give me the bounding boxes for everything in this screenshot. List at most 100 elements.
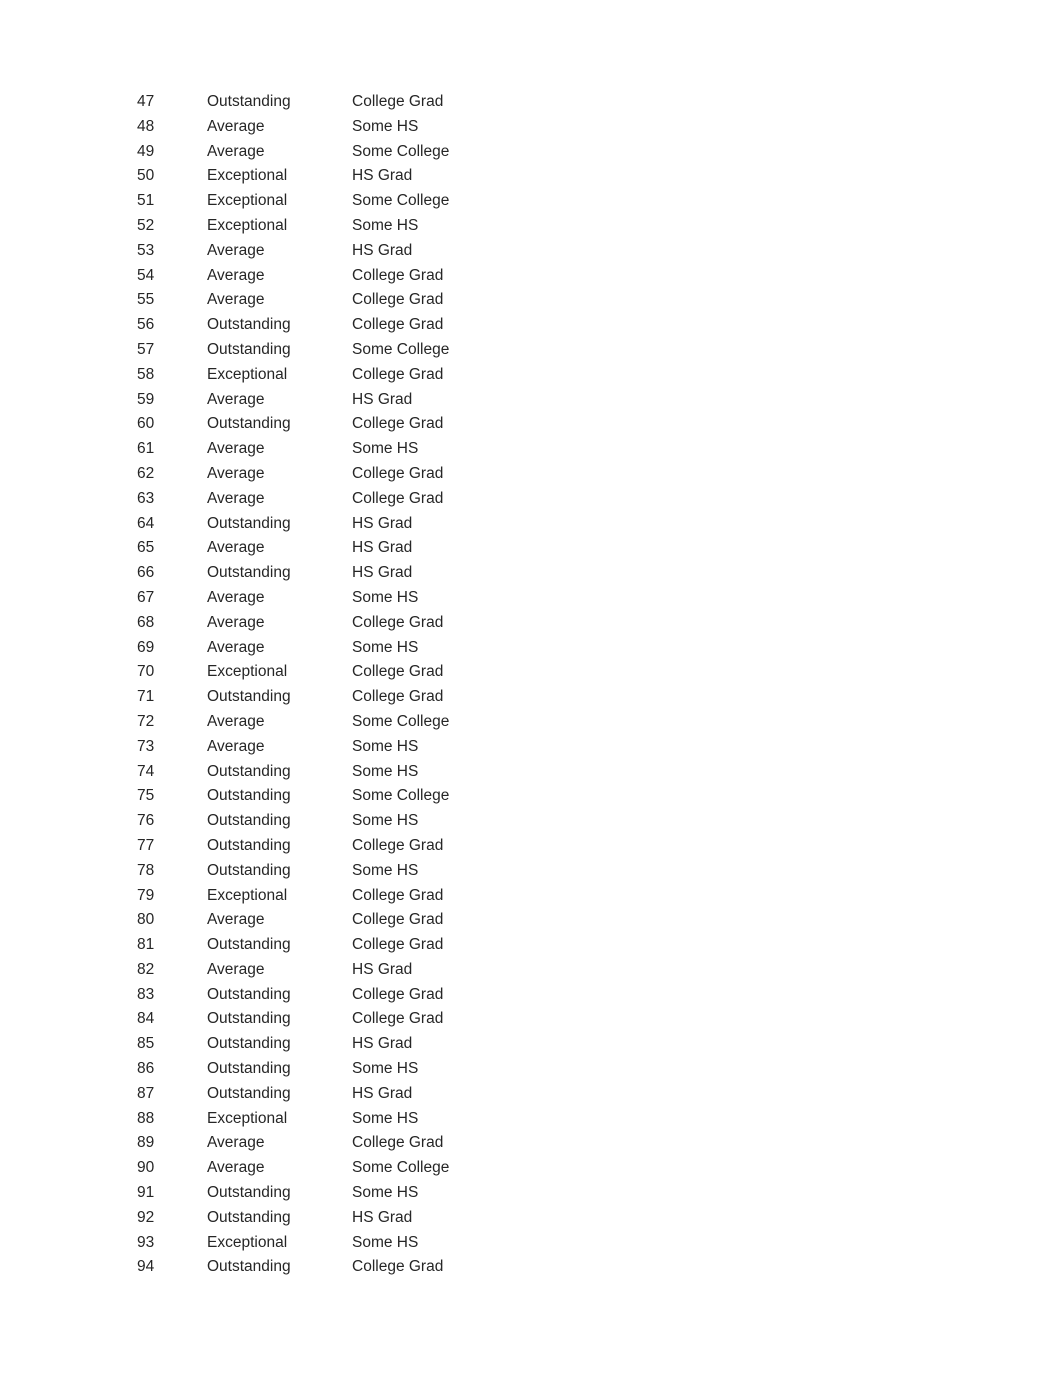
cell-rating: Exceptional: [207, 216, 288, 234]
cell-rating: Outstanding: [207, 564, 291, 582]
cell-education: College Grad: [352, 1258, 444, 1276]
cell-education: Some College: [352, 712, 450, 730]
cell-index: 86: [137, 1060, 155, 1078]
cell-rating: Average: [207, 489, 265, 507]
cell-rating: Outstanding: [207, 1084, 291, 1102]
table-row: 68 Average College Grad: [137, 611, 552, 636]
table-row: 87 Outstanding HS Grad: [137, 1082, 552, 1107]
table-row: 72 Average Some College: [137, 710, 552, 735]
cell-rating: Outstanding: [207, 985, 291, 1003]
cell-rating: Average: [207, 440, 265, 458]
cell-rating: Average: [207, 960, 265, 978]
cell-education: College Grad: [352, 936, 444, 954]
cell-education: College Grad: [352, 688, 444, 706]
cell-index: 54: [137, 266, 155, 284]
cell-rating: Average: [207, 911, 265, 929]
cell-rating: Average: [207, 1134, 265, 1152]
table-row: 76 Outstanding Some HS: [137, 809, 552, 834]
table-row: 53 Average HS Grad: [137, 239, 552, 264]
table-row: 58 Exceptional College Grad: [137, 363, 552, 388]
cell-education: Some College: [352, 787, 450, 805]
cell-index: 49: [137, 142, 155, 160]
cell-index: 70: [137, 663, 155, 681]
cell-index: 71: [137, 688, 155, 706]
cell-rating: Outstanding: [207, 316, 291, 334]
cell-rating: Average: [207, 712, 265, 730]
cell-education: College Grad: [352, 316, 444, 334]
cell-index: 55: [137, 291, 155, 309]
cell-education: College Grad: [352, 836, 444, 854]
cell-index: 84: [137, 1010, 155, 1028]
cell-rating: Outstanding: [207, 93, 291, 110]
cell-index: 65: [137, 539, 155, 557]
table-row: 66 Outstanding HS Grad: [137, 561, 552, 586]
cell-education: College Grad: [352, 985, 444, 1003]
cell-rating: Outstanding: [207, 1010, 291, 1028]
cell-rating: Outstanding: [207, 836, 291, 854]
cell-rating: Outstanding: [207, 861, 291, 879]
cell-index: 62: [137, 464, 155, 482]
cell-rating: Outstanding: [207, 340, 291, 358]
cell-index: 87: [137, 1084, 155, 1102]
cell-rating: Outstanding: [207, 1035, 291, 1053]
table-row: 56 Outstanding College Grad: [137, 313, 552, 338]
cell-index: 53: [137, 241, 155, 259]
table-row: 50 Exceptional HS Grad: [137, 164, 552, 189]
cell-rating: Outstanding: [207, 812, 291, 830]
cell-education: Some HS: [352, 737, 419, 755]
cell-index: 47: [137, 93, 155, 110]
cell-rating: Outstanding: [207, 415, 291, 433]
table-row: 49 Average Some College: [137, 140, 552, 165]
table-row: 57 Outstanding Some College: [137, 338, 552, 363]
cell-rating: Outstanding: [207, 1208, 291, 1226]
document-page: 47 Outstanding College Grad 48 Average Some H…: [0, 0, 1062, 1376]
cell-rating: Average: [207, 737, 265, 755]
cell-rating: Outstanding: [207, 1184, 291, 1202]
cell-rating: Average: [207, 291, 265, 309]
cell-index: 66: [137, 564, 155, 582]
cell-index: 58: [137, 365, 155, 383]
cell-rating: Exceptional: [207, 1233, 288, 1251]
cell-rating: Average: [207, 117, 265, 135]
cell-rating: Outstanding: [207, 936, 291, 954]
table-row: 88 Exceptional Some HS: [137, 1107, 552, 1132]
cell-education: College Grad: [352, 489, 444, 507]
cell-education: Some HS: [352, 117, 419, 135]
table-row: 62 Average College Grad: [137, 462, 552, 487]
cell-index: 51: [137, 192, 155, 210]
table-row: 82 Average HS Grad: [137, 958, 552, 983]
table-row: 47 Outstanding College Grad: [137, 90, 552, 115]
cell-education: Some HS: [352, 1109, 419, 1127]
table-row: 85 Outstanding HS Grad: [137, 1032, 552, 1057]
cell-rating: Average: [207, 539, 265, 557]
cell-rating: Outstanding: [207, 787, 291, 805]
data-table: 47 Outstanding College Grad 48 Average Some H…: [137, 90, 552, 1280]
table-row: 69 Average Some HS: [137, 636, 552, 661]
table-row: 75 Outstanding Some College: [137, 784, 552, 809]
table-row: 48 Average Some HS: [137, 115, 552, 140]
table-row: 86 Outstanding Some HS: [137, 1057, 552, 1082]
cell-index: 76: [137, 812, 155, 830]
cell-education: Some HS: [352, 440, 419, 458]
cell-index: 74: [137, 762, 155, 780]
cell-rating: Average: [207, 390, 265, 408]
table-row: 89 Average College Grad: [137, 1131, 552, 1156]
cell-rating: Outstanding: [207, 1258, 291, 1276]
cell-education: HS Grad: [352, 960, 413, 978]
cell-rating: Exceptional: [207, 192, 288, 210]
cell-index: 89: [137, 1134, 155, 1152]
cell-index: 85: [137, 1035, 155, 1053]
cell-rating: Average: [207, 464, 265, 482]
cell-rating: Outstanding: [207, 762, 291, 780]
cell-education: College Grad: [352, 464, 444, 482]
table-row: 84 Outstanding College Grad: [137, 1007, 552, 1032]
cell-education: HS Grad: [352, 514, 413, 532]
cell-index: 79: [137, 886, 155, 904]
cell-education: Some College: [352, 1159, 450, 1177]
cell-index: 63: [137, 489, 155, 507]
cell-rating: Outstanding: [207, 688, 291, 706]
table-row: 80 Average College Grad: [137, 908, 552, 933]
table-row: 54 Average College Grad: [137, 264, 552, 289]
cell-education: College Grad: [352, 365, 444, 383]
table-row: 61 Average Some HS: [137, 437, 552, 462]
